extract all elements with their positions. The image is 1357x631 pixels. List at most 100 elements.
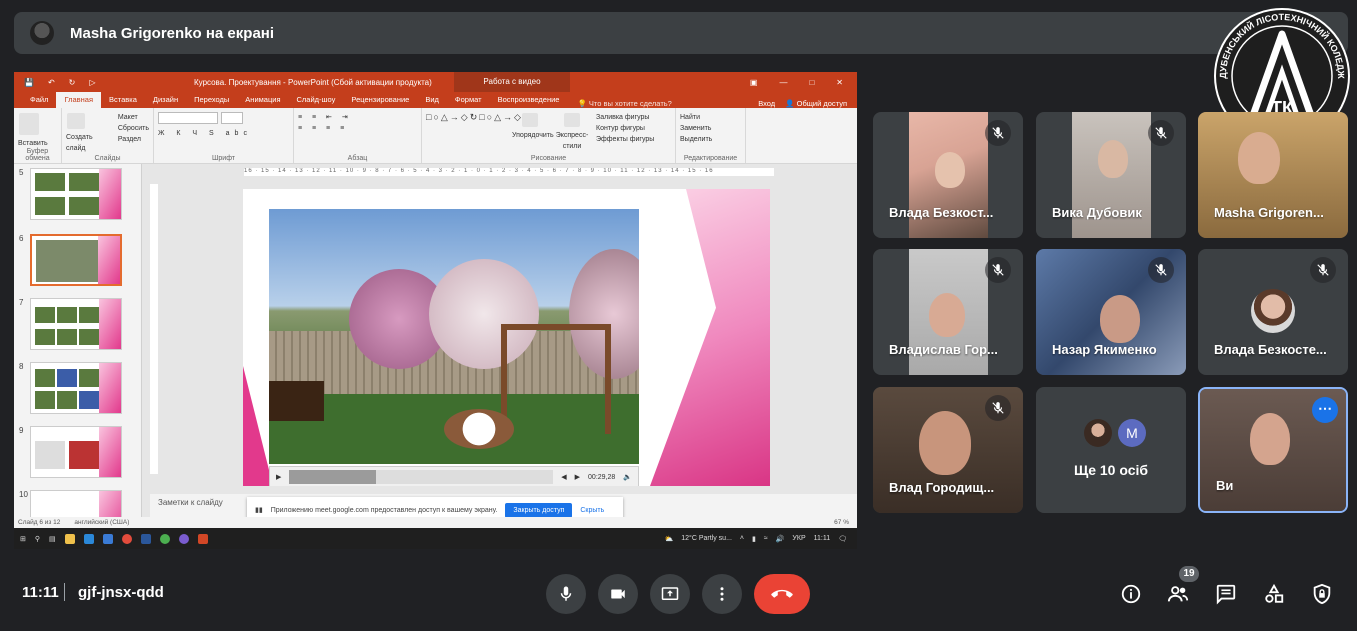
slide-editor[interactable]: 16 · 15 · 14 · 13 · 12 · 11 · 10 · 9 · 8…	[150, 164, 850, 494]
tab-design[interactable]: Дизайн	[145, 92, 186, 108]
explorer-icon[interactable]	[64, 533, 75, 544]
tab-review[interactable]: Рецензирование	[343, 92, 417, 108]
taskbar-clock[interactable]: 11:11	[814, 535, 830, 542]
shared-screen[interactable]: 💾 ↶ ↻ ▷ Курсова. Проектування - PowerPoi…	[14, 72, 857, 549]
present-button[interactable]	[650, 574, 690, 614]
paste-icon[interactable]	[19, 113, 39, 135]
tab-insert[interactable]: Вставка	[101, 92, 145, 108]
play-icon[interactable]: ▶	[276, 473, 281, 481]
participant-tile[interactable]: Назар Якименко	[1036, 249, 1186, 375]
reset-button[interactable]: Сбросить	[118, 123, 149, 134]
language-status[interactable]: английский (США)	[74, 519, 129, 526]
participant-tile[interactable]: Владислав Гор...	[873, 249, 1023, 375]
quick-styles-icon[interactable]	[564, 113, 580, 127]
close-icon[interactable]: ✕	[836, 78, 843, 87]
align-buttons[interactable]: ≡ ≡ ≡ ≡	[298, 123, 417, 134]
select-button[interactable]: Выделить	[680, 134, 741, 145]
video-progress-bar[interactable]	[289, 470, 554, 484]
redo-icon[interactable]: ↻	[69, 78, 76, 87]
more-options-button[interactable]	[702, 574, 742, 614]
slide-thumb-9[interactable]	[30, 426, 122, 478]
new-slide-icon[interactable]	[67, 113, 85, 129]
tab-transitions[interactable]: Переходы	[186, 92, 237, 108]
arrange-label[interactable]: Упорядочить	[512, 130, 554, 141]
activities-button[interactable]	[1260, 580, 1288, 608]
store-icon[interactable]	[83, 533, 94, 544]
camera-button[interactable]	[598, 574, 638, 614]
others-tile[interactable]: M Ще 10 осіб	[1036, 387, 1186, 513]
participant-tile[interactable]: Влад Городищ...	[873, 387, 1023, 513]
keyboard-language[interactable]: УКР	[792, 535, 805, 542]
meeting-code[interactable]: gjf-jnsx-qdd	[78, 584, 164, 601]
slide-thumb-8[interactable]	[30, 362, 122, 414]
task-view-icon[interactable]: ▤	[49, 535, 56, 543]
undo-icon[interactable]: ↶	[48, 78, 55, 87]
tell-me-box[interactable]: 💡 Что вы хотите сделать?	[577, 99, 671, 108]
quick-styles-label[interactable]: Экспресс-стили	[554, 130, 590, 152]
forward-icon[interactable]: ▶	[575, 473, 580, 481]
chat-button[interactable]	[1212, 580, 1240, 608]
font-family-select[interactable]	[158, 112, 218, 124]
sign-in-link[interactable]: Вход	[758, 99, 775, 108]
self-tile[interactable]: ⋯ Ви	[1198, 387, 1348, 513]
viber-icon[interactable]	[178, 533, 189, 544]
more-options-icon[interactable]: ⋯	[1312, 397, 1338, 423]
shape-fill-button[interactable]: Заливка фигуры	[596, 112, 654, 123]
start-icon[interactable]: ⊞	[20, 535, 26, 543]
search-icon[interactable]: ⚲	[35, 535, 40, 543]
tab-animations[interactable]: Анимация	[237, 92, 288, 108]
layout-button[interactable]: Макет	[118, 112, 149, 123]
shape-effects-button[interactable]: Эффекты фигуры	[596, 134, 654, 145]
zoom-level[interactable]: 67 %	[834, 519, 857, 526]
volume-icon[interactable]: 🔈	[623, 473, 632, 481]
weather-icon[interactable]: ⛅	[665, 535, 674, 543]
wifi-icon[interactable]: ≈	[764, 535, 768, 542]
participant-tile[interactable]: Вика Дубовик	[1036, 112, 1186, 238]
powerpoint-icon[interactable]	[197, 533, 208, 544]
stop-sharing-button[interactable]: Закрыть доступ	[505, 502, 573, 518]
people-button[interactable]	[1164, 580, 1192, 608]
new-slide-label[interactable]: Создать слайд	[66, 132, 114, 154]
minimize-icon[interactable]: —	[779, 78, 787, 87]
tab-view[interactable]: Вид	[417, 92, 447, 108]
shape-outline-button[interactable]: Контур фигуры	[596, 123, 654, 134]
mail-icon[interactable]	[102, 533, 113, 544]
tab-home[interactable]: Главная	[56, 92, 101, 108]
slide-video[interactable]	[269, 209, 639, 464]
tab-slideshow[interactable]: Слайд-шоу	[289, 92, 344, 108]
speaker-icon[interactable]: 🔊	[776, 535, 785, 543]
participant-tile[interactable]: Влада Безкост...	[873, 112, 1023, 238]
leave-call-button[interactable]	[754, 574, 810, 614]
chrome-profile-icon[interactable]	[159, 533, 170, 544]
section-button[interactable]: Раздел	[118, 134, 149, 145]
participant-tile[interactable]: Masha Grigoren...	[1198, 112, 1348, 238]
ribbon-display-icon[interactable]: ▣	[750, 78, 758, 87]
word-icon[interactable]	[140, 533, 151, 544]
current-slide[interactable]: ▶ ◀ ▶ 00:29,28 🔈	[243, 189, 770, 486]
hide-notification-link[interactable]: Скрыть	[580, 507, 604, 514]
notifications-icon[interactable]: 🗨	[838, 535, 847, 543]
tab-playback[interactable]: Воспроизведение	[490, 92, 568, 108]
tab-file[interactable]: Файл	[22, 92, 56, 108]
rewind-icon[interactable]: ◀	[561, 473, 566, 481]
chrome-icon[interactable]	[121, 533, 132, 544]
slide-thumb-7[interactable]	[30, 298, 122, 350]
microphone-button[interactable]	[546, 574, 586, 614]
font-format-buttons[interactable]: Ж К Ч S abc	[158, 128, 289, 139]
host-controls-button[interactable]	[1308, 580, 1336, 608]
slide-thumb-6[interactable]	[30, 234, 122, 286]
arrange-icon[interactable]	[522, 113, 538, 127]
meeting-details-button[interactable]	[1117, 580, 1145, 608]
start-show-icon[interactable]: ▷	[89, 78, 95, 87]
battery-icon[interactable]: ▮	[752, 535, 756, 543]
tab-format[interactable]: Формат	[447, 92, 490, 108]
slide-thumb-5[interactable]	[30, 168, 122, 220]
replace-button[interactable]: Заменить	[680, 123, 741, 134]
share-button[interactable]: 👤 Общий доступ	[785, 99, 847, 108]
font-size-select[interactable]	[221, 112, 243, 124]
shapes-gallery[interactable]: □○△→◇↻□○△→◇↻	[426, 112, 531, 148]
find-button[interactable]: Найти	[680, 112, 741, 123]
tray-expand-icon[interactable]: ˄	[740, 535, 744, 542]
maximize-icon[interactable]: □	[809, 78, 814, 87]
save-icon[interactable]: 💾	[24, 78, 34, 87]
